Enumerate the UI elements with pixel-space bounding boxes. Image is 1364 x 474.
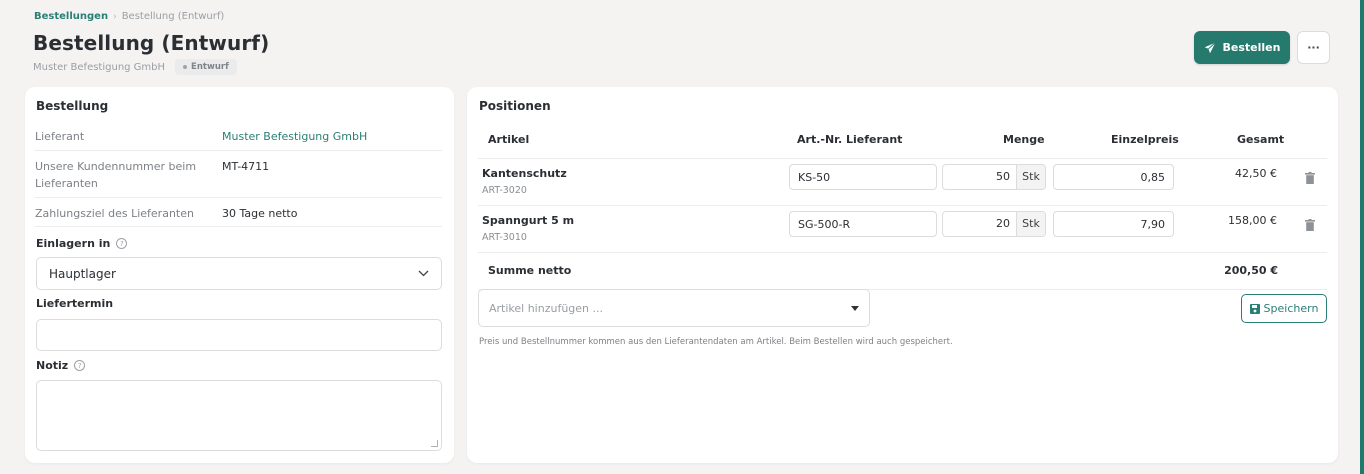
detail-row-payment-terms: Zahlungsziel des Lieferanten 30 Tage net… — [35, 198, 442, 227]
floppy-disk-icon — [1249, 303, 1260, 314]
chevron-down-icon — [418, 270, 429, 277]
supplier-link[interactable]: Muster Befestigung GmbH — [222, 128, 367, 150]
detail-value: 30 Tage netto — [222, 207, 298, 220]
detail-label: Lieferant — [35, 130, 85, 143]
delivery-date-label-text: Liefertermin — [36, 297, 114, 310]
sum-value: 200,50 € — [1224, 264, 1278, 277]
order-button-label: Bestellen — [1222, 41, 1281, 54]
detail-row-supplier: Lieferant Muster Befestigung GmbH — [35, 121, 442, 151]
order-button[interactable]: Bestellen — [1194, 31, 1290, 64]
caret-down-icon — [851, 305, 859, 311]
status-dot — [183, 65, 188, 69]
positions-title: Positionen — [479, 99, 551, 113]
save-button-label: Speichern — [1263, 302, 1319, 315]
unit-label: Stk — [1016, 212, 1045, 236]
divider — [478, 158, 1327, 159]
positions-card: Positionen Artikel Art.-Nr. Lieferant Me… — [467, 87, 1338, 463]
breadcrumb-link-orders[interactable]: Bestellungen — [34, 11, 108, 22]
column-header-quantity: Menge — [1003, 133, 1045, 146]
storage-select[interactable]: Hauptlager — [36, 257, 442, 290]
detail-value: MT-4711 — [222, 160, 270, 173]
item-sku: ART-3020 — [482, 185, 527, 196]
paper-plane-icon — [1204, 41, 1216, 53]
supplier-name: Muster Befestigung GmbH — [33, 61, 166, 73]
item-name: Kantenschutz — [482, 167, 567, 180]
quantity-input-group: 20 Stk — [942, 211, 1046, 237]
window-edge — [1360, 0, 1364, 474]
breadcrumb: Bestellungen › Bestellung (Entwurf) — [34, 11, 224, 22]
divider — [478, 205, 1327, 206]
detail-row-customer-number: Unsere Kundennummer beim Lieferanten MT-… — [35, 151, 442, 198]
hint-text: Preis und Bestellnummer kommen aus den L… — [479, 337, 953, 347]
unit-price-input[interactable]: 7,90 — [1053, 211, 1174, 237]
unit-label: Stk — [1016, 165, 1045, 189]
trash-icon[interactable] — [1305, 172, 1315, 184]
status-label: Entwurf — [191, 62, 229, 72]
line-total: 158,00 € — [1228, 214, 1277, 227]
column-header-total: Gesamt — [1237, 133, 1285, 146]
item-sku: ART-3010 — [482, 232, 527, 243]
column-header-supplier-sku: Art.-Nr. Lieferant — [797, 133, 903, 146]
supplier-sku-input[interactable]: KS-50 — [789, 164, 937, 190]
note-textarea[interactable] — [36, 380, 442, 451]
column-header-unit-price: Einzelpreis — [1111, 133, 1179, 146]
order-details-card: Bestellung Lieferant Muster Befestigung … — [25, 87, 454, 463]
order-card-title: Bestellung — [36, 99, 109, 113]
breadcrumb-current: Bestellung (Entwurf) — [121, 11, 225, 22]
storage-label-text: Einlagern in — [36, 237, 111, 250]
more-actions-button[interactable]: ··· — [1297, 31, 1330, 64]
help-icon[interactable]: ? — [74, 360, 86, 371]
item-name: Spanngurt 5 m — [482, 214, 575, 227]
breadcrumb-separator: › — [113, 11, 117, 22]
save-button[interactable]: Speichern — [1241, 294, 1327, 323]
trash-icon[interactable] — [1305, 219, 1315, 231]
note-label-text: Notiz — [36, 359, 69, 372]
detail-label: Zahlungsziel des Lieferanten — [35, 207, 194, 220]
help-icon[interactable]: ? — [116, 238, 128, 249]
quantity-input[interactable]: 50 — [943, 165, 1016, 189]
divider — [478, 252, 1327, 253]
page-title: Bestellung (Entwurf) — [33, 31, 270, 55]
resize-handle[interactable] — [431, 440, 438, 447]
page-subline: Muster Befestigung GmbH Entwurf — [33, 59, 237, 75]
line-total: 42,50 € — [1235, 167, 1277, 180]
status-badge: Entwurf — [175, 59, 237, 75]
quantity-input-group: 50 Stk — [942, 164, 1046, 190]
detail-label: Unsere Kundennummer beim Lieferanten — [35, 160, 197, 190]
note-label: Notiz ? — [36, 359, 86, 372]
delivery-date-input[interactable] — [36, 319, 442, 351]
delivery-date-label: Liefertermin — [36, 297, 113, 310]
storage-label: Einlagern in ? — [36, 237, 128, 250]
supplier-sku-input[interactable]: SG-500-R — [789, 211, 937, 237]
storage-select-value: Hauptlager — [49, 266, 116, 281]
add-article-placeholder: Artikel hinzufügen ... — [489, 301, 604, 315]
quantity-input[interactable]: 20 — [943, 212, 1016, 236]
unit-price-input[interactable]: 0,85 — [1053, 164, 1174, 190]
sum-label: Summe netto — [488, 264, 572, 277]
add-article-select[interactable]: Artikel hinzufügen ... — [478, 289, 870, 327]
column-header-article: Artikel — [488, 133, 530, 146]
